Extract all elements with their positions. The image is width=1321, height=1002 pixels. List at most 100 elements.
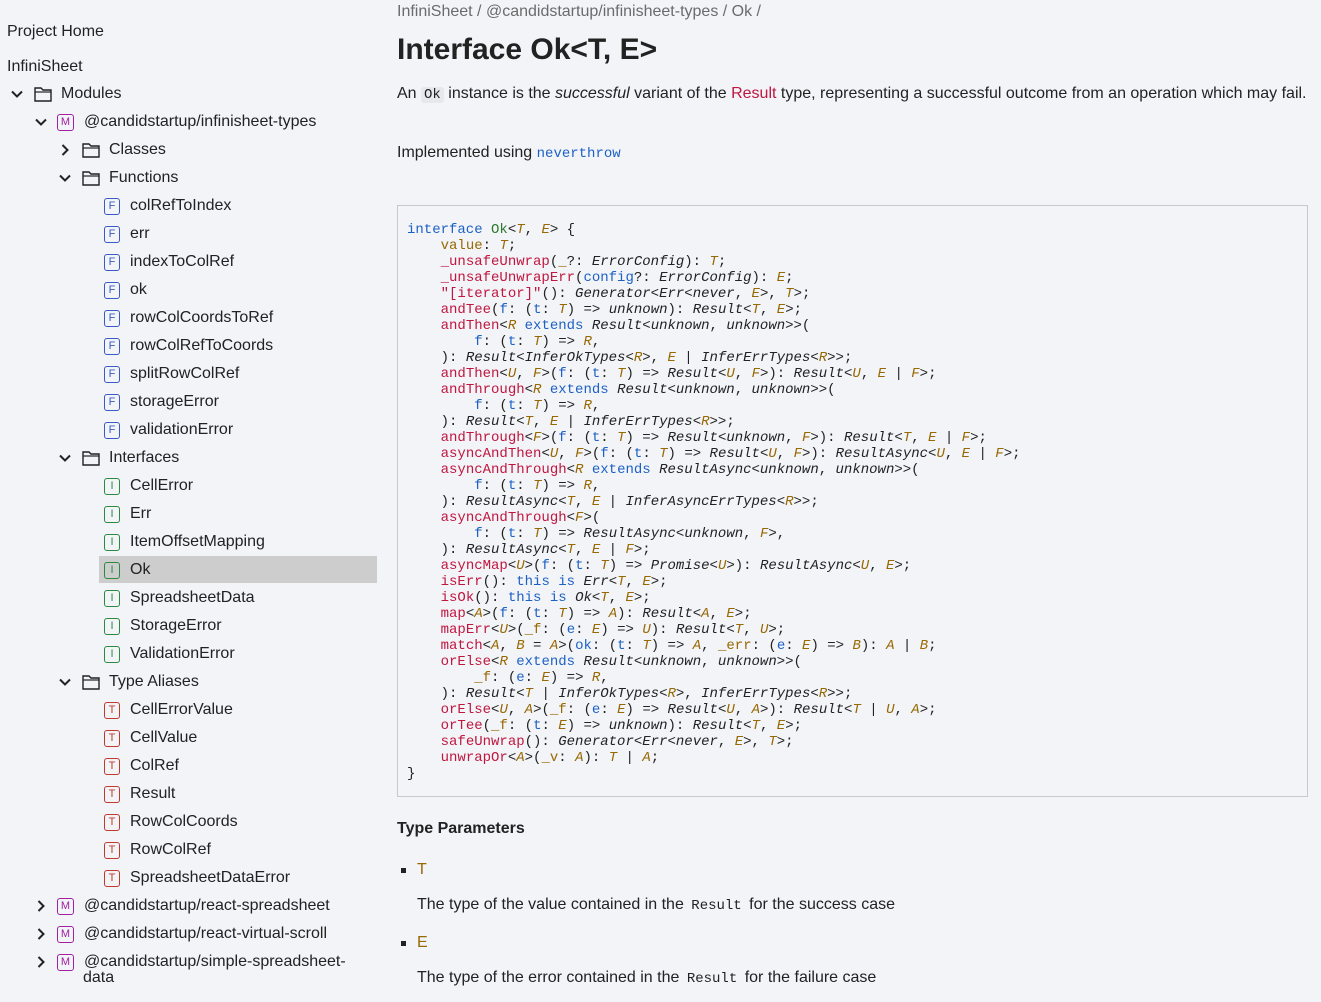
tree-item-function[interactable]: FrowColCoordsToRef <box>104 306 273 330</box>
type-alias-icon: T <box>104 701 120 719</box>
tree-item-function-label: rowColRefToCoords <box>130 337 274 354</box>
project-home-link[interactable]: Project Home <box>7 23 104 41</box>
folder-icon <box>81 169 101 187</box>
chevron-right-icon[interactable] <box>33 898 49 914</box>
tree-item-type-alias[interactable]: T RowColRef <box>104 838 211 862</box>
tree-item-function-label: indexToColRef <box>130 253 235 270</box>
breadcrumb[interactable]: InfiniSheet / @candidstartup/infinisheet… <box>397 3 761 21</box>
chevron-down-icon[interactable] <box>33 114 49 130</box>
folder-icon <box>33 85 53 103</box>
tree-item-type-alias[interactable]: T SpreadsheetDataError <box>104 866 290 890</box>
module-icon: M <box>57 113 74 131</box>
tree-item-interface[interactable]: I ValidationError <box>104 642 235 666</box>
tree-item-interface-label: Ok <box>130 561 151 578</box>
chevron-down-icon[interactable] <box>57 674 73 690</box>
tree-item-types-module[interactable]: M @candidstartup/infinisheet-types <box>33 110 316 134</box>
tree-item-function[interactable]: FcolRefToIndex <box>104 194 231 218</box>
tree-item-modules-label: Modules <box>61 85 122 102</box>
tree-item-interface[interactable]: I ItemOffsetMapping <box>104 530 265 554</box>
tree-item-interface[interactable]: I SpreadsheetData <box>104 586 255 610</box>
tree-item-functions[interactable]: Functions <box>57 166 178 190</box>
folder-icon <box>81 141 101 159</box>
tree-item-types-module-label: @candidstartup/infinisheet-types <box>84 113 317 130</box>
tree-item-type-alias-label: RowColCoords <box>130 813 238 830</box>
tree-item-module[interactable]: M @candidstartup/react-spreadsheet <box>33 894 330 918</box>
tree-item-module[interactable]: M @candidstartup/simple-spreadsheet- <box>33 950 346 974</box>
tree-item-type-alias[interactable]: T ColRef <box>104 754 179 778</box>
tree-item-function-label: err <box>130 225 150 242</box>
function-icon: F <box>104 337 120 355</box>
tree-item-function[interactable]: FstorageError <box>104 390 219 414</box>
interface-icon: I <box>104 645 120 663</box>
tree-item-interface[interactable]: I Ok <box>104 558 150 582</box>
chevron-down-icon[interactable] <box>57 170 73 186</box>
tree-item-type-alias[interactable]: T Result <box>104 782 175 806</box>
project-name-link[interactable]: InfiniSheet <box>7 58 83 76</box>
type-alias-icon: T <box>104 869 120 887</box>
tree-item-function[interactable]: FvalidationError <box>104 418 233 442</box>
module-icon: M <box>57 925 74 943</box>
tree-item-type-alias-label: Result <box>130 785 176 802</box>
tree-item-interface-label: ItemOffsetMapping <box>130 533 265 550</box>
result-link[interactable]: Result <box>731 85 776 102</box>
desc-emphasis: successful <box>555 85 630 102</box>
interface-icon: I <box>104 477 120 495</box>
type-param-e-desc: The type of the error contained in the R… <box>417 969 876 987</box>
type-alias-icon: T <box>104 729 120 747</box>
tree-item-function[interactable]: FsplitRowColRef <box>104 362 239 386</box>
tree-item-type-alias-label: ColRef <box>130 757 179 774</box>
chevron-right-icon[interactable] <box>57 142 73 158</box>
tree-item-module-label: @candidstartup/simple-spreadsheet- <box>84 953 346 970</box>
interface-icon: I <box>104 505 120 523</box>
function-icon: F <box>104 225 120 243</box>
tree-item-interface[interactable]: I CellError <box>104 474 193 498</box>
tree-item-type-alias-label: CellErrorValue <box>130 701 233 718</box>
chevron-down-icon[interactable] <box>57 450 73 466</box>
tree-item-type-alias[interactable]: T CellErrorValue <box>104 698 233 722</box>
tree-item-module-label-line2: data <box>83 969 115 986</box>
tree-item-type-alias[interactable]: T RowColCoords <box>104 810 238 834</box>
tree-item-type-alias-label: SpreadsheetDataError <box>130 869 291 886</box>
tree-item-function[interactable]: FrowColRefToCoords <box>104 334 273 358</box>
tree-item-interface[interactable]: I StorageError <box>104 614 222 638</box>
param-desc-text: for the success case <box>744 896 896 913</box>
tree-item-function[interactable]: Fok <box>104 278 147 302</box>
function-icon: F <box>104 365 120 383</box>
tree-item-function-label: ok <box>130 281 147 298</box>
page-title: Interface Ok<T, E> <box>397 33 658 66</box>
description: An Ok instance is the successful variant… <box>397 83 1310 106</box>
tree-item-interface-label: Err <box>130 505 152 522</box>
chevron-right-icon[interactable] <box>33 926 49 942</box>
folder-icon <box>81 673 101 691</box>
desc-text: variant of the <box>629 85 732 102</box>
neverthrow-link[interactable]: neverthrow <box>537 146 621 162</box>
tree-item-interfaces[interactable]: Interfaces <box>57 446 179 470</box>
tree-item-classes[interactable]: Classes <box>57 138 166 162</box>
sidebar: Project Home InfiniSheet Modules M @candid… <box>0 0 385 1002</box>
type-alias-icon: T <box>104 841 120 859</box>
tree-item-type-aliases[interactable]: Type Aliases <box>57 670 199 694</box>
module-icon: M <box>57 897 74 915</box>
interface-icon: I <box>104 561 120 579</box>
tree-item-interfaces-label: Interfaces <box>109 449 180 466</box>
chevron-right-icon[interactable] <box>33 954 49 970</box>
chevron-down-icon[interactable] <box>9 86 25 102</box>
function-icon: F <box>104 309 120 327</box>
tree-item-classes-label: Classes <box>109 141 166 158</box>
tree-item-type-alias[interactable]: T CellValue <box>104 726 197 750</box>
folder-icon <box>81 449 101 467</box>
tree-item-module-label: @candidstartup/react-spreadsheet <box>84 897 330 914</box>
bullet <box>401 941 406 946</box>
tree-item-module[interactable]: M @candidstartup/react-virtual-scroll <box>33 922 327 946</box>
signature-code-block: interface Ok<T, E> { value: T; _unsafeUn… <box>397 205 1308 797</box>
tree-item-function[interactable]: Ferr <box>104 222 150 246</box>
tree-item-modules[interactable]: Modules <box>9 82 121 106</box>
desc-code-ok: Ok <box>421 87 444 103</box>
tree-item-interface[interactable]: I Err <box>104 502 151 526</box>
tree-item-function-label: validationError <box>130 421 234 438</box>
desc-text: type, representing a successful outcome … <box>776 85 1307 102</box>
tree-item-function[interactable]: FindexToColRef <box>104 250 234 274</box>
bullet <box>401 868 406 873</box>
result-code: Result <box>686 971 738 987</box>
type-alias-icon: T <box>104 813 120 831</box>
